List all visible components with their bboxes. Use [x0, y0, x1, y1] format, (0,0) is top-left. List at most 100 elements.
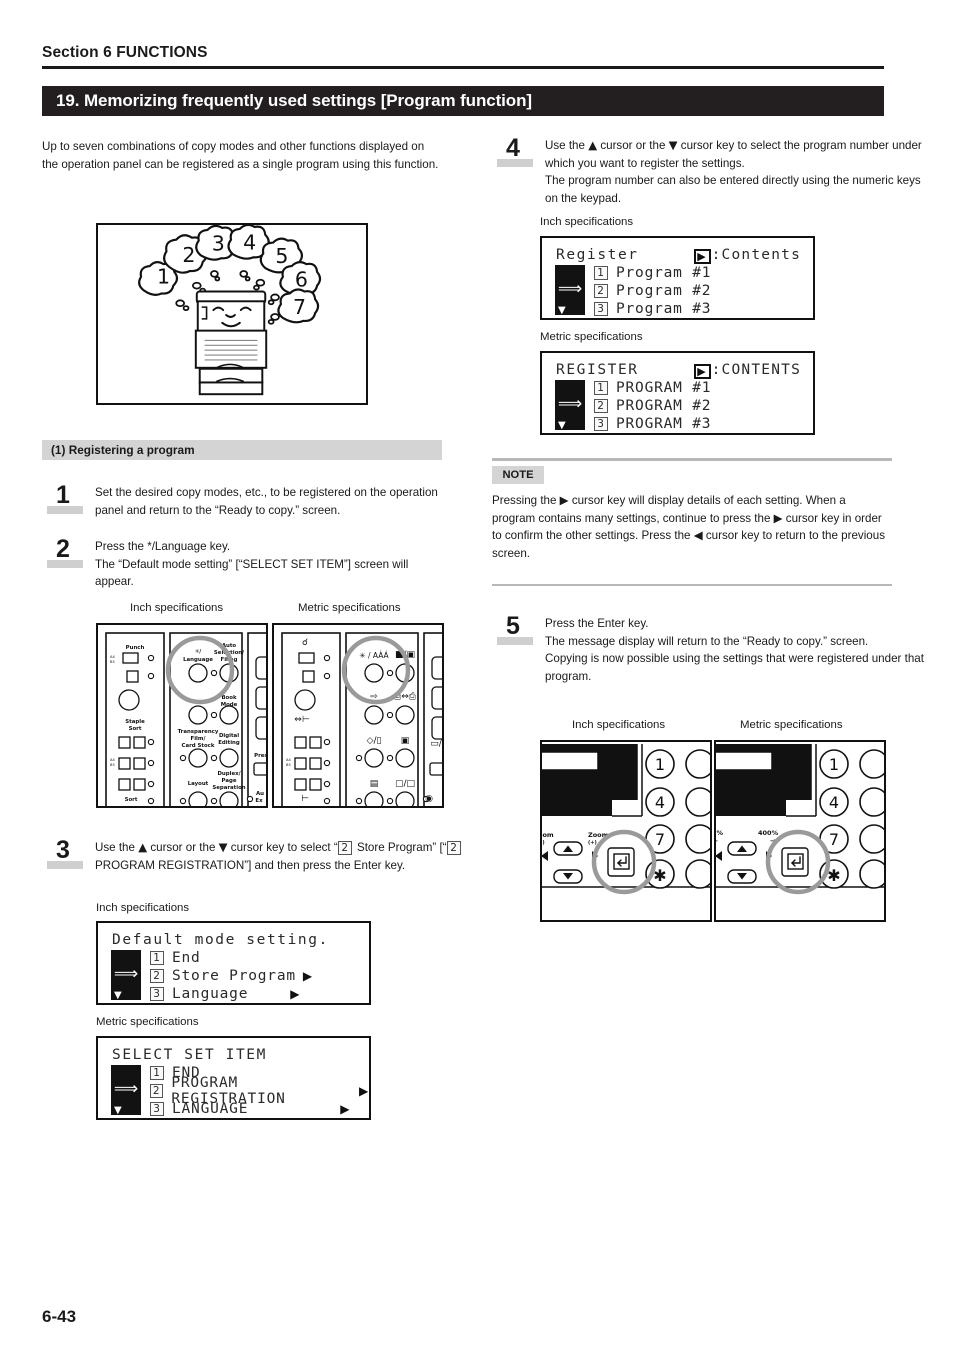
svg-text:Ex: Ex [255, 798, 263, 804]
note-top-rule [492, 458, 892, 461]
lcd-row-number: 3 [594, 417, 608, 431]
page-title: 19. Memorizing frequently used settings … [42, 86, 884, 116]
lcd-row-label: PROGRAM #1 [616, 380, 712, 396]
svg-text:A4: A4 [110, 655, 115, 659]
intro-paragraph: Up to seven combinations of copy modes a… [42, 140, 439, 171]
lcd-row-number: 2 [150, 969, 164, 983]
header-rule [42, 66, 884, 69]
svg-text:B5: B5 [110, 763, 115, 767]
section-header: Section 6 FUNCTIONS [42, 44, 208, 61]
lcd-row[interactable]: 2 Program #2 [594, 282, 711, 300]
svg-text:Preset: Preset [254, 753, 266, 759]
svg-text:▢/□: ▢/□ [395, 779, 415, 789]
svg-text:⇔⊢: ⇔⊢ [294, 715, 310, 725]
step-3-underline [47, 861, 83, 869]
svg-text:5: 5 [275, 244, 288, 268]
svg-text:1: 1 [655, 755, 665, 774]
note-block: NOTE Pressing the ▶ cursor key will disp… [492, 458, 892, 593]
cursor-arrow-icon: ⟹ [113, 1079, 139, 1099]
svg-text:Sort: Sort [129, 726, 142, 732]
lcd-scroll-indicator: ⟹ ▼ [111, 950, 141, 1001]
lcd-row-label: End [172, 950, 201, 966]
subsection-heading: (1) Registering a program [42, 440, 442, 460]
svg-text:▤: ▤ [370, 779, 379, 789]
lcd-row[interactable]: 1 PROGRAM #1 [594, 379, 711, 397]
page-number: 6-43 [42, 1307, 77, 1326]
scroll-down-icon: ▼ [114, 1105, 122, 1116]
svg-text:Book: Book [221, 695, 237, 701]
lcd-row[interactable]: 2 Store Program ▶ [150, 967, 313, 985]
lcd-row-number: 3 [594, 302, 608, 316]
svg-text:4: 4 [243, 230, 256, 254]
lcd-row-number: 2 [594, 399, 608, 413]
lcd-contents-label: :CONTENTS [711, 362, 801, 378]
lcd-contents-hint: ▶ :CONTENTS [693, 362, 801, 379]
svg-text:Staple: Staple [125, 719, 145, 725]
svg-text:B5: B5 [110, 660, 115, 664]
svg-text:6: 6 [295, 268, 308, 292]
lcd-row[interactable]: 1 Program #1 [594, 264, 711, 282]
copier-illustration: 1 2 3 4 5 6 7 [96, 223, 368, 405]
step-1-text: Set the desired copy modes, etc., to be … [95, 486, 438, 517]
lcd-row-label: PROGRAM #2 [616, 398, 712, 414]
lcd-row-arrow: ▶ [358, 1084, 369, 1098]
lcd-row[interactable]: 2 PROGRAM REGISTRATION ▶ [150, 1075, 369, 1107]
step-1-number: 1 [56, 481, 70, 509]
scroll-down-icon: ▼ [114, 990, 122, 1001]
lcd-row-number: 2 [594, 284, 608, 298]
svg-text:▭/: ▭/ [430, 739, 442, 749]
svg-text:4: 4 [655, 793, 665, 812]
lcd-default-mode-metric: SELECT SET ITEM ⟹ ▼ 1 END 2 PROGRAM REGI… [96, 1036, 371, 1120]
svg-text:2: 2 [182, 243, 195, 267]
lcd-scroll-indicator: ⟹ ▼ [111, 1065, 141, 1116]
caption-metric-lcd-default: Metric specifications [96, 1016, 199, 1028]
svg-text:✳/: ✳/ [195, 649, 202, 655]
svg-text:5%: 5% [716, 829, 724, 837]
step-4-text: Use the ▲ cursor or the ▼ cursor key to … [545, 138, 922, 205]
svg-text:✳ / AÀÁ: ✳ / AÀÁ [359, 651, 389, 660]
svg-text:B5: B5 [286, 763, 291, 767]
lcd-contents-hint: ▶ :Contents [693, 247, 801, 264]
lcd-row[interactable]: 1 End [150, 949, 313, 967]
step-2-text: Press the */Language key. The “Default m… [95, 540, 409, 588]
step-3-number: 3 [56, 836, 70, 864]
lcd-title: Register [556, 247, 639, 263]
lcd-row[interactable]: 3 Program #3 [594, 300, 711, 318]
svg-text:7: 7 [293, 295, 306, 319]
svg-text:oom: oom [542, 831, 554, 839]
step-5-text: Press the Enter key. The message display… [545, 617, 924, 683]
lcd-rows: 1 END 2 PROGRAM REGISTRATION ▶ 3 LANGUAG… [150, 1064, 369, 1118]
lcd-register-metric: REGISTER ▶ :CONTENTS ⟹ ▼ 1 PROGRAM #1 2 … [540, 351, 815, 435]
lcd-scroll-indicator: ⟹ ▼ [555, 265, 585, 316]
lcd-row[interactable]: 3 Language ▶ [150, 985, 313, 1003]
cursor-arrow-icon: ⟹ [557, 279, 583, 299]
svg-text:Card Stock: Card Stock [182, 743, 215, 749]
svg-text:⊢: ⊢ [301, 794, 309, 804]
lcd-row-number: 1 [594, 266, 608, 280]
caption-metric-lcd-register: Metric specifications [540, 331, 643, 343]
lcd-row-arrow: ▶ [290, 987, 301, 1001]
step-1-underline [47, 506, 83, 514]
svg-text:A4: A4 [286, 758, 291, 762]
lcd-row-number: 1 [150, 951, 164, 965]
operation-panel-metric-figure: ✳ / AÀÁ ☌ ⇔⊢ ⊢ ■/▣ ⇨ ⎙⇔⎙ ◇/▯ ▣ ▤ ▢/□ ▭/ … [272, 623, 444, 808]
caption-inch-lcd-register: Inch specifications [540, 216, 634, 228]
lcd-contents-label: :Contents [711, 247, 801, 263]
svg-text:A4: A4 [110, 758, 115, 762]
scroll-down-icon: ▼ [558, 305, 566, 316]
caption-metric-keypad: Metric specifications [740, 719, 843, 731]
lcd-row[interactable]: 3 PROGRAM #3 [594, 415, 711, 433]
svg-text:Transparency: Transparency [178, 729, 219, 735]
cursor-arrow-icon: ⟹ [557, 394, 583, 414]
note-tag: NOTE [492, 466, 544, 484]
svg-text:Separation: Separation [212, 785, 245, 791]
lcd-row[interactable]: 2 PROGRAM #2 [594, 397, 711, 415]
svg-text:Au: Au [256, 791, 264, 797]
lcd-title: Default mode setting. [112, 932, 329, 948]
svg-text:◇/▯: ◇/▯ [367, 736, 382, 746]
svg-text:7: 7 [655, 830, 665, 849]
keypad-inch-figure: oom (-) Zoom (+) [540, 740, 712, 922]
caption-inch-keypad: Inch specifications [572, 719, 666, 731]
svg-text:Sort: Sort [125, 797, 138, 803]
svg-text:Language: Language [183, 657, 213, 663]
